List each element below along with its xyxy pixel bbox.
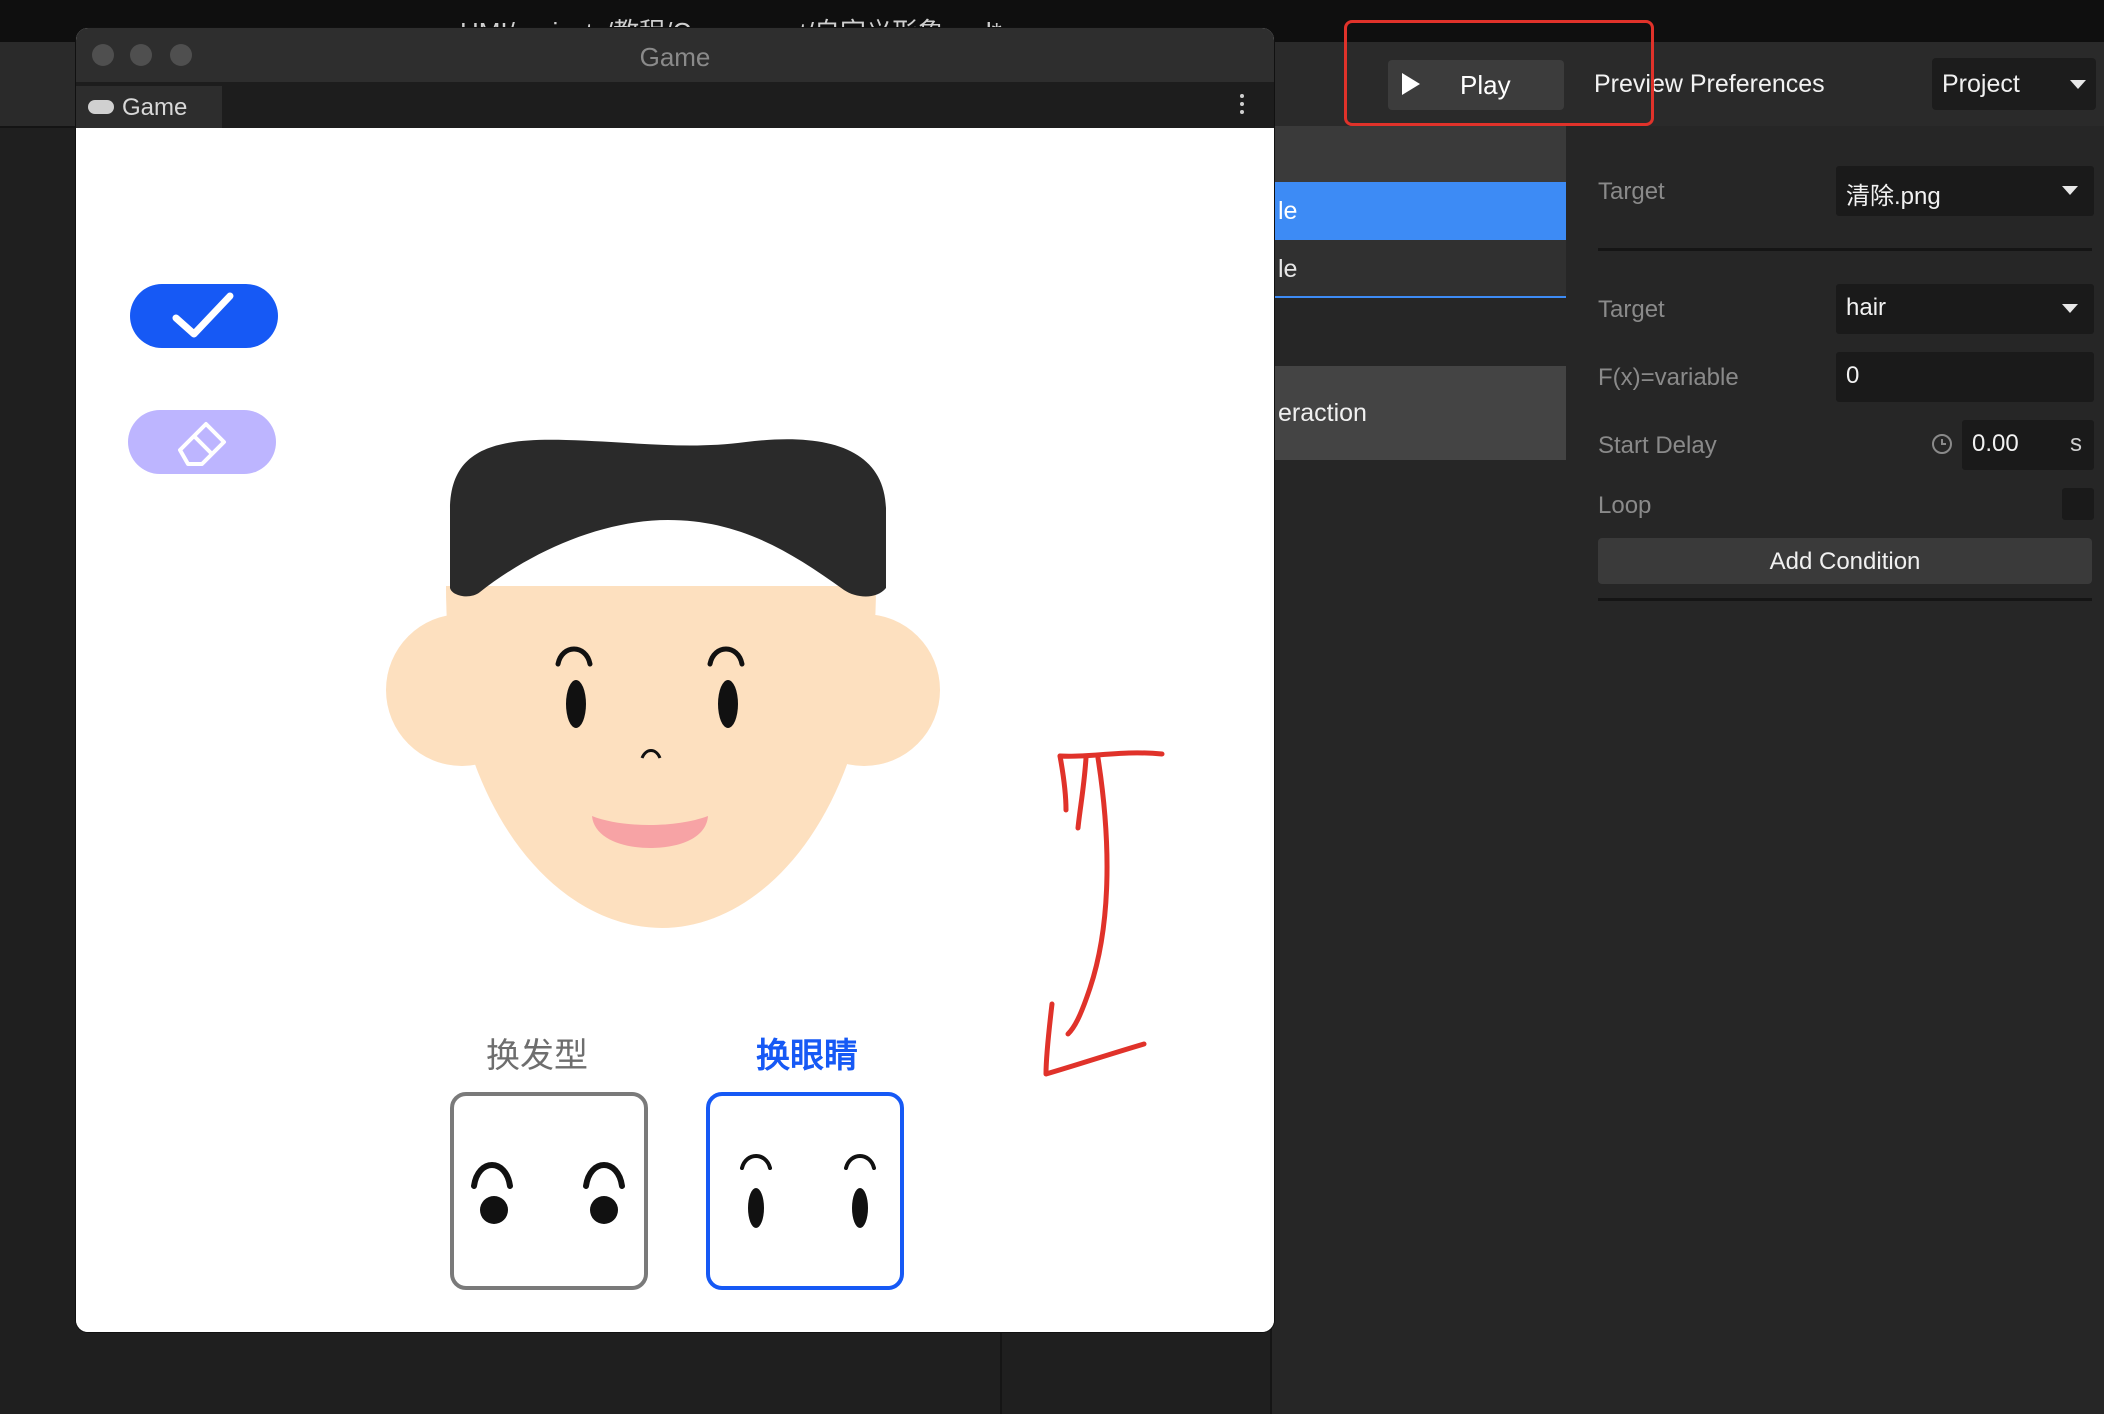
target-node-value: hair (1846, 294, 1887, 321)
list-item[interactable]: eraction (1272, 366, 1566, 460)
tab-change-eyes[interactable]: 换眼睛 (756, 1028, 858, 1077)
eraser-button[interactable] (128, 410, 276, 474)
checkmark-icon (172, 292, 234, 338)
game-tabbar: Game (76, 82, 1274, 128)
start-delay-value: 0.00 (1972, 430, 2019, 457)
round-eyes-icon (471, 1162, 625, 1224)
eye-option-1[interactable] (450, 1092, 648, 1290)
list-item-label: le (1278, 255, 1298, 283)
kebab-icon[interactable] (1240, 94, 1244, 118)
dropdown-caret-icon (2062, 304, 2078, 313)
character-face (386, 439, 940, 928)
target-image-value: 清除.png (1846, 183, 1941, 210)
dropdown-caret-icon (2062, 186, 2078, 195)
game-viewport: 换发型 换眼睛 (76, 128, 1274, 1332)
divider (1598, 598, 2092, 601)
target-label: Target (1598, 178, 1665, 205)
confirm-button[interactable] (130, 284, 278, 348)
annotation-arrow (1043, 750, 1165, 1077)
hierarchy-panel: le le eraction (1270, 126, 1568, 1414)
inspector-panel: Target 清除.png Target hair F(x)=variable … (1566, 126, 2104, 1414)
divider (1598, 248, 2092, 251)
dropdown-caret-icon (2070, 80, 2086, 89)
left-eye (566, 680, 586, 728)
fx-variable-label: F(x)=variable (1598, 364, 1739, 391)
eye-option-2[interactable] (706, 1092, 904, 1290)
tab-game-label: Game (122, 94, 188, 121)
tab-change-hair[interactable]: 换发型 (486, 1028, 588, 1077)
fx-variable-value: 0 (1846, 362, 1860, 389)
annotation-highlight-box (1344, 20, 1654, 126)
target-label: Target (1598, 296, 1665, 323)
game-window: Game Game 换发型 换眼睛 (76, 28, 1274, 1332)
right-eye (718, 680, 738, 728)
target-node-dropdown[interactable]: hair (1836, 284, 2094, 334)
gamepad-icon (88, 100, 114, 114)
list-item[interactable]: le (1272, 182, 1566, 240)
add-condition-button[interactable]: Add Condition (1598, 538, 2092, 584)
eraser-icon (178, 422, 226, 466)
fx-variable-input[interactable]: 0 (1836, 352, 2094, 402)
tab-game[interactable]: Game (76, 86, 222, 128)
oval-eyes-icon (740, 1154, 876, 1228)
project-dropdown[interactable]: Project (1932, 58, 2096, 110)
start-delay-unit: s (2070, 430, 2082, 457)
game-window-title: Game (639, 42, 711, 72)
list-item[interactable]: le (1272, 240, 1566, 298)
project-dropdown-label: Project (1942, 70, 2020, 98)
list-item-label: eraction (1278, 399, 1367, 427)
hair-shape (450, 439, 886, 597)
start-delay-label: Start Delay (1598, 432, 1717, 459)
clock-icon (1932, 434, 1952, 454)
game-titlebar: Game (76, 28, 1274, 82)
list-item-label: le (1278, 197, 1298, 225)
add-condition-label: Add Condition (1769, 548, 1921, 575)
target-image-dropdown[interactable]: 清除.png (1836, 166, 2094, 216)
start-delay-input[interactable]: 0.00 s (1962, 420, 2094, 470)
loop-checkbox[interactable] (2062, 488, 2094, 520)
loop-label: Loop (1598, 492, 1652, 519)
hierarchy-header (1272, 126, 1566, 182)
